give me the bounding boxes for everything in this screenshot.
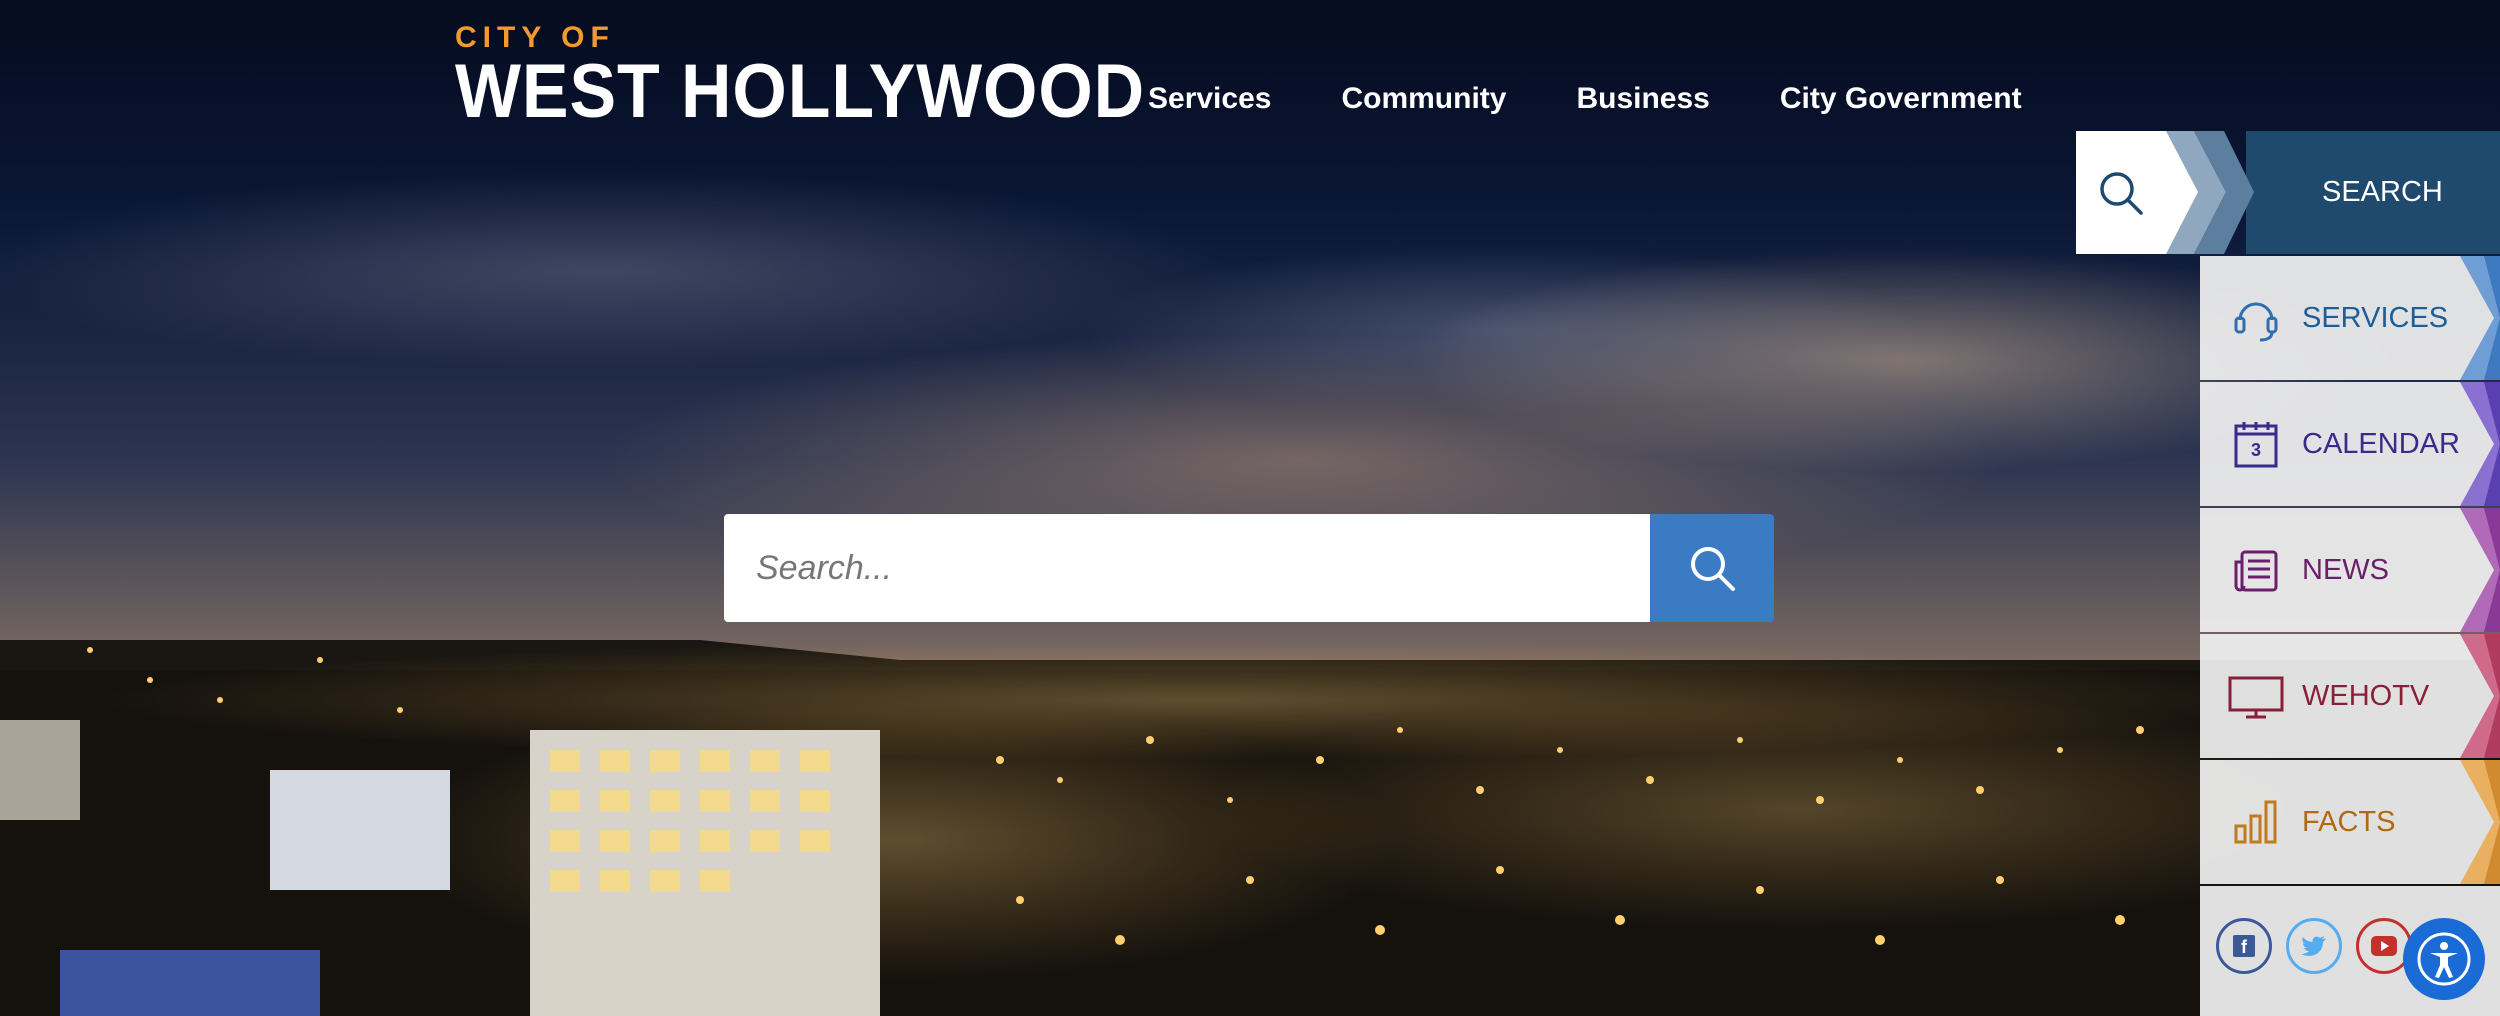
city-skyline-image bbox=[0, 640, 2500, 1016]
nav-services[interactable]: Services bbox=[1148, 82, 1271, 116]
chevron-decoration bbox=[2460, 382, 2500, 506]
chevron-decoration bbox=[2460, 634, 2500, 758]
twitter-icon bbox=[2301, 936, 2326, 956]
chevron-decoration bbox=[2460, 256, 2500, 380]
side-item-label: CALENDAR bbox=[2302, 427, 2460, 460]
chevron-decoration bbox=[2460, 508, 2500, 632]
facebook-icon: f bbox=[2233, 935, 2255, 957]
facebook-button[interactable]: f bbox=[2216, 918, 2272, 974]
side-search-tab[interactable]: SEARCH bbox=[2076, 131, 2500, 254]
side-item-facts[interactable]: FACTS bbox=[2200, 760, 2500, 884]
side-quick-links: SERVICES 3 CALENDAR NEWS WEHOTV FACTS bbox=[2200, 256, 2500, 886]
calendar-icon: 3 bbox=[2234, 422, 2278, 468]
side-item-label: WEHOTV bbox=[2302, 679, 2430, 712]
newspaper-icon bbox=[2234, 550, 2278, 592]
chevron-decoration bbox=[2460, 760, 2500, 884]
hero-search-bar bbox=[724, 514, 1774, 622]
side-item-wehotv[interactable]: WEHOTV bbox=[2200, 634, 2500, 758]
youtube-icon bbox=[2371, 936, 2397, 956]
monitor-icon bbox=[2228, 676, 2284, 719]
side-search-label: SEARCH bbox=[2246, 131, 2500, 254]
twitter-button[interactable] bbox=[2286, 918, 2342, 974]
accessibility-button[interactable] bbox=[2403, 918, 2485, 1000]
search-button[interactable] bbox=[1650, 514, 1774, 622]
side-item-label: NEWS bbox=[2302, 553, 2389, 586]
nav-business[interactable]: Business bbox=[1576, 82, 1709, 116]
side-item-label: SERVICES bbox=[2302, 301, 2449, 334]
bar-chart-icon bbox=[2234, 800, 2277, 844]
side-search-icon-box bbox=[2076, 131, 2166, 254]
side-item-calendar[interactable]: 3 CALENDAR bbox=[2200, 382, 2500, 506]
search-icon bbox=[1691, 547, 1735, 591]
calendar-day: 3 bbox=[2251, 440, 2261, 460]
nav-community[interactable]: Community bbox=[1341, 82, 1506, 116]
chevron-decoration bbox=[2164, 131, 2254, 254]
logo-west-hollywood: WEST HOLLYWOOD bbox=[455, 49, 1146, 134]
headset-icon bbox=[2234, 302, 2278, 342]
nav-city-government[interactable]: City Government bbox=[1780, 82, 2022, 116]
side-item-news[interactable]: NEWS bbox=[2200, 508, 2500, 632]
search-icon bbox=[2100, 171, 2143, 215]
side-item-label: FACTS bbox=[2302, 805, 2396, 838]
search-input[interactable] bbox=[724, 514, 1650, 622]
accessibility-icon bbox=[2417, 932, 2471, 986]
side-item-services[interactable]: SERVICES bbox=[2200, 256, 2500, 380]
main-nav: Services Community Business City Governm… bbox=[1148, 82, 2092, 116]
city-logo[interactable]: CITY OF WEST HOLLYWOOD bbox=[455, 22, 1205, 130]
